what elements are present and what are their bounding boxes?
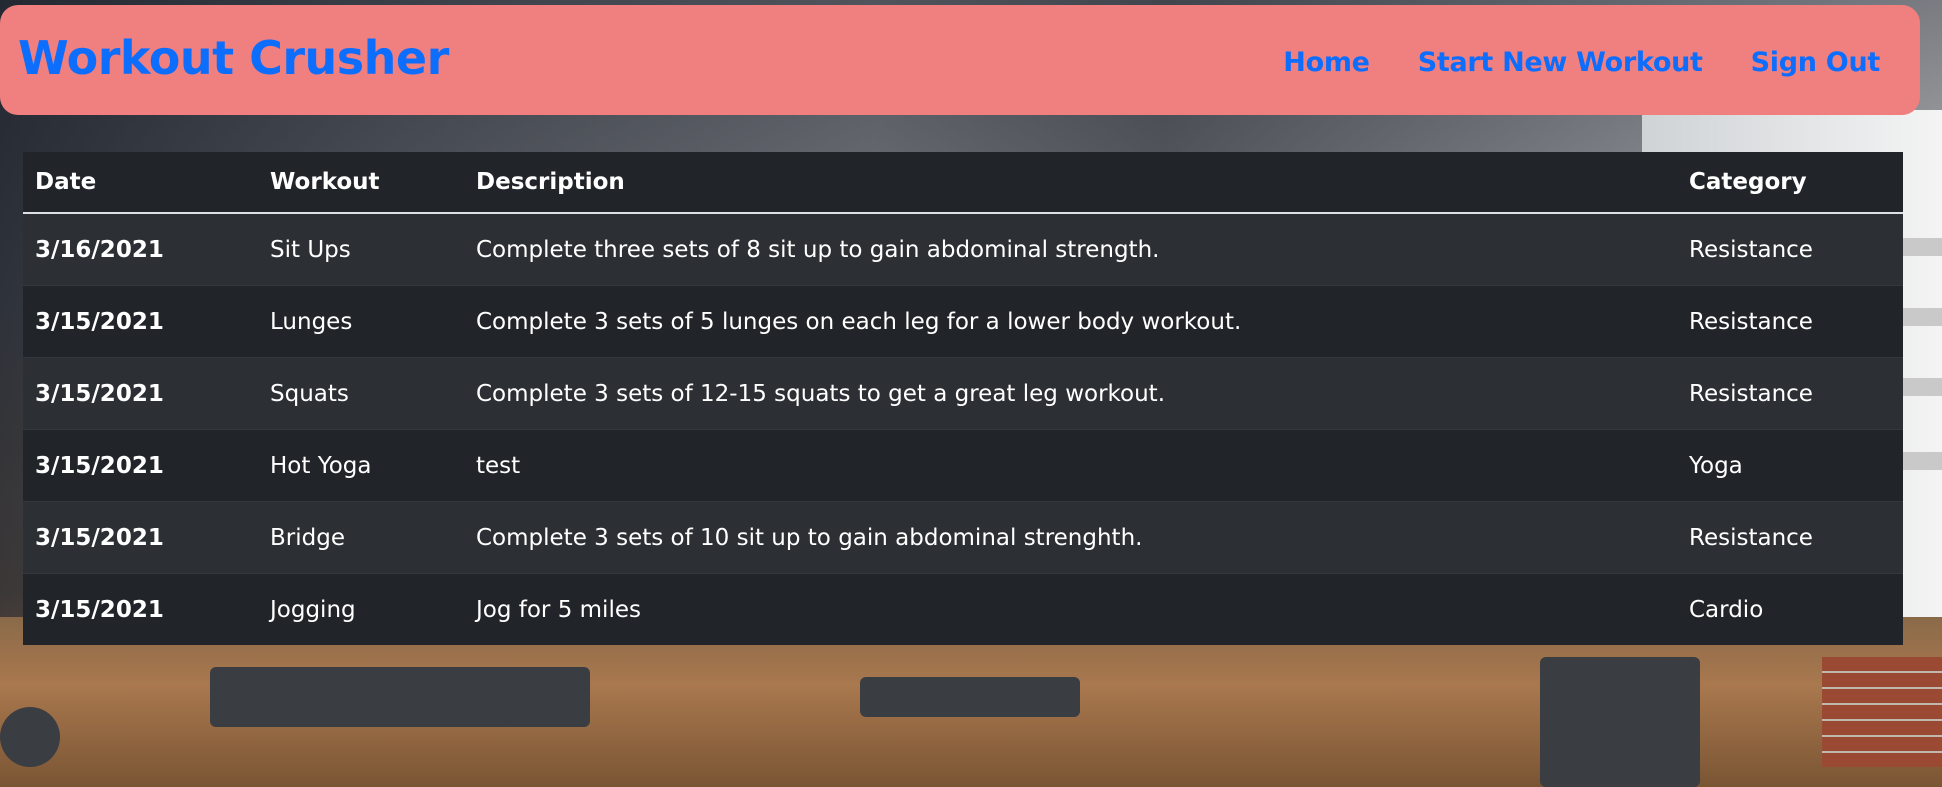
cell-category: Resistance (1677, 213, 1903, 286)
cell-date: 3/15/2021 (23, 429, 258, 502)
cell-category: Resistance (1677, 285, 1903, 358)
navbar: Workout Crusher Home Start New Workout S… (0, 5, 1920, 115)
table-row: 3/15/2021 Hot Yoga test Yoga (23, 429, 1903, 502)
cell-date: 3/15/2021 (35, 596, 164, 623)
table-row: 3/15/2021 Bridge Complete 3 sets of 10 s… (23, 501, 1903, 574)
table-row: 3/15/2021 Jogging Jog for 5 miles Cardio (23, 573, 1903, 645)
table-row: 3/15/2021 Squats Complete 3 sets of 12-1… (23, 357, 1903, 430)
cell-date: 3/15/2021 (23, 501, 258, 574)
cell-description: test (464, 429, 1677, 502)
cell-workout: Bridge (258, 501, 464, 574)
table-body: 3/16/2021 Sit Ups Complete three sets of… (23, 213, 1903, 645)
cell-workout: Lunges (258, 285, 464, 358)
table-row: 3/16/2021 Sit Ups Complete three sets of… (23, 213, 1903, 286)
cell-date: 3/15/2021 (23, 285, 258, 358)
table-header: Date Workout Description Category (23, 152, 1903, 214)
cell-workout: Sit Ups (258, 213, 464, 286)
nav-links: Home Start New Workout Sign Out (1283, 49, 1880, 76)
cell-workout: Hot Yoga (258, 429, 464, 502)
cell-description: Complete three sets of 8 sit up to gain … (464, 213, 1677, 286)
workouts-table-container: Date Workout Description Category 3/16/2… (23, 152, 1903, 645)
header-workout: Workout (258, 152, 464, 214)
header-description: Description (464, 152, 1677, 214)
cell-workout: Squats (258, 357, 464, 430)
cell-date: 3/15/2021 (23, 357, 258, 430)
background-machine (1540, 657, 1700, 787)
brand-logo[interactable]: Workout Crusher (18, 35, 449, 81)
background-weight (0, 707, 60, 767)
background-machine (860, 677, 1080, 717)
table-header-row: Date Workout Description Category (23, 152, 1903, 214)
header-date: Date (23, 152, 258, 214)
workouts-table: Date Workout Description Category 3/16/2… (23, 152, 1903, 645)
cell-category: Resistance (1677, 501, 1903, 574)
header-category: Category (1677, 152, 1903, 214)
cell-workout: Jogging (270, 596, 356, 623)
cell-category: Yoga (1677, 429, 1903, 502)
nav-link-home[interactable]: Home (1283, 49, 1370, 76)
nav-link-start-new-workout[interactable]: Start New Workout (1418, 49, 1703, 76)
cell-description: Complete 3 sets of 12-15 squats to get a… (464, 357, 1677, 430)
background-brick-wall (1822, 657, 1942, 767)
background-treadmill (210, 667, 590, 727)
nav-link-sign-out[interactable]: Sign Out (1751, 49, 1881, 76)
cell-category: Resistance (1677, 357, 1903, 430)
cell-category: Cardio (1689, 596, 1764, 623)
cell-description: Complete 3 sets of 5 lunges on each leg … (464, 285, 1677, 358)
cell-description: Complete 3 sets of 10 sit up to gain abd… (464, 501, 1677, 574)
cell-description: Jog for 5 miles (476, 596, 641, 623)
table-row: 3/15/2021 Lunges Complete 3 sets of 5 lu… (23, 285, 1903, 358)
cell-date: 3/16/2021 (23, 213, 258, 286)
